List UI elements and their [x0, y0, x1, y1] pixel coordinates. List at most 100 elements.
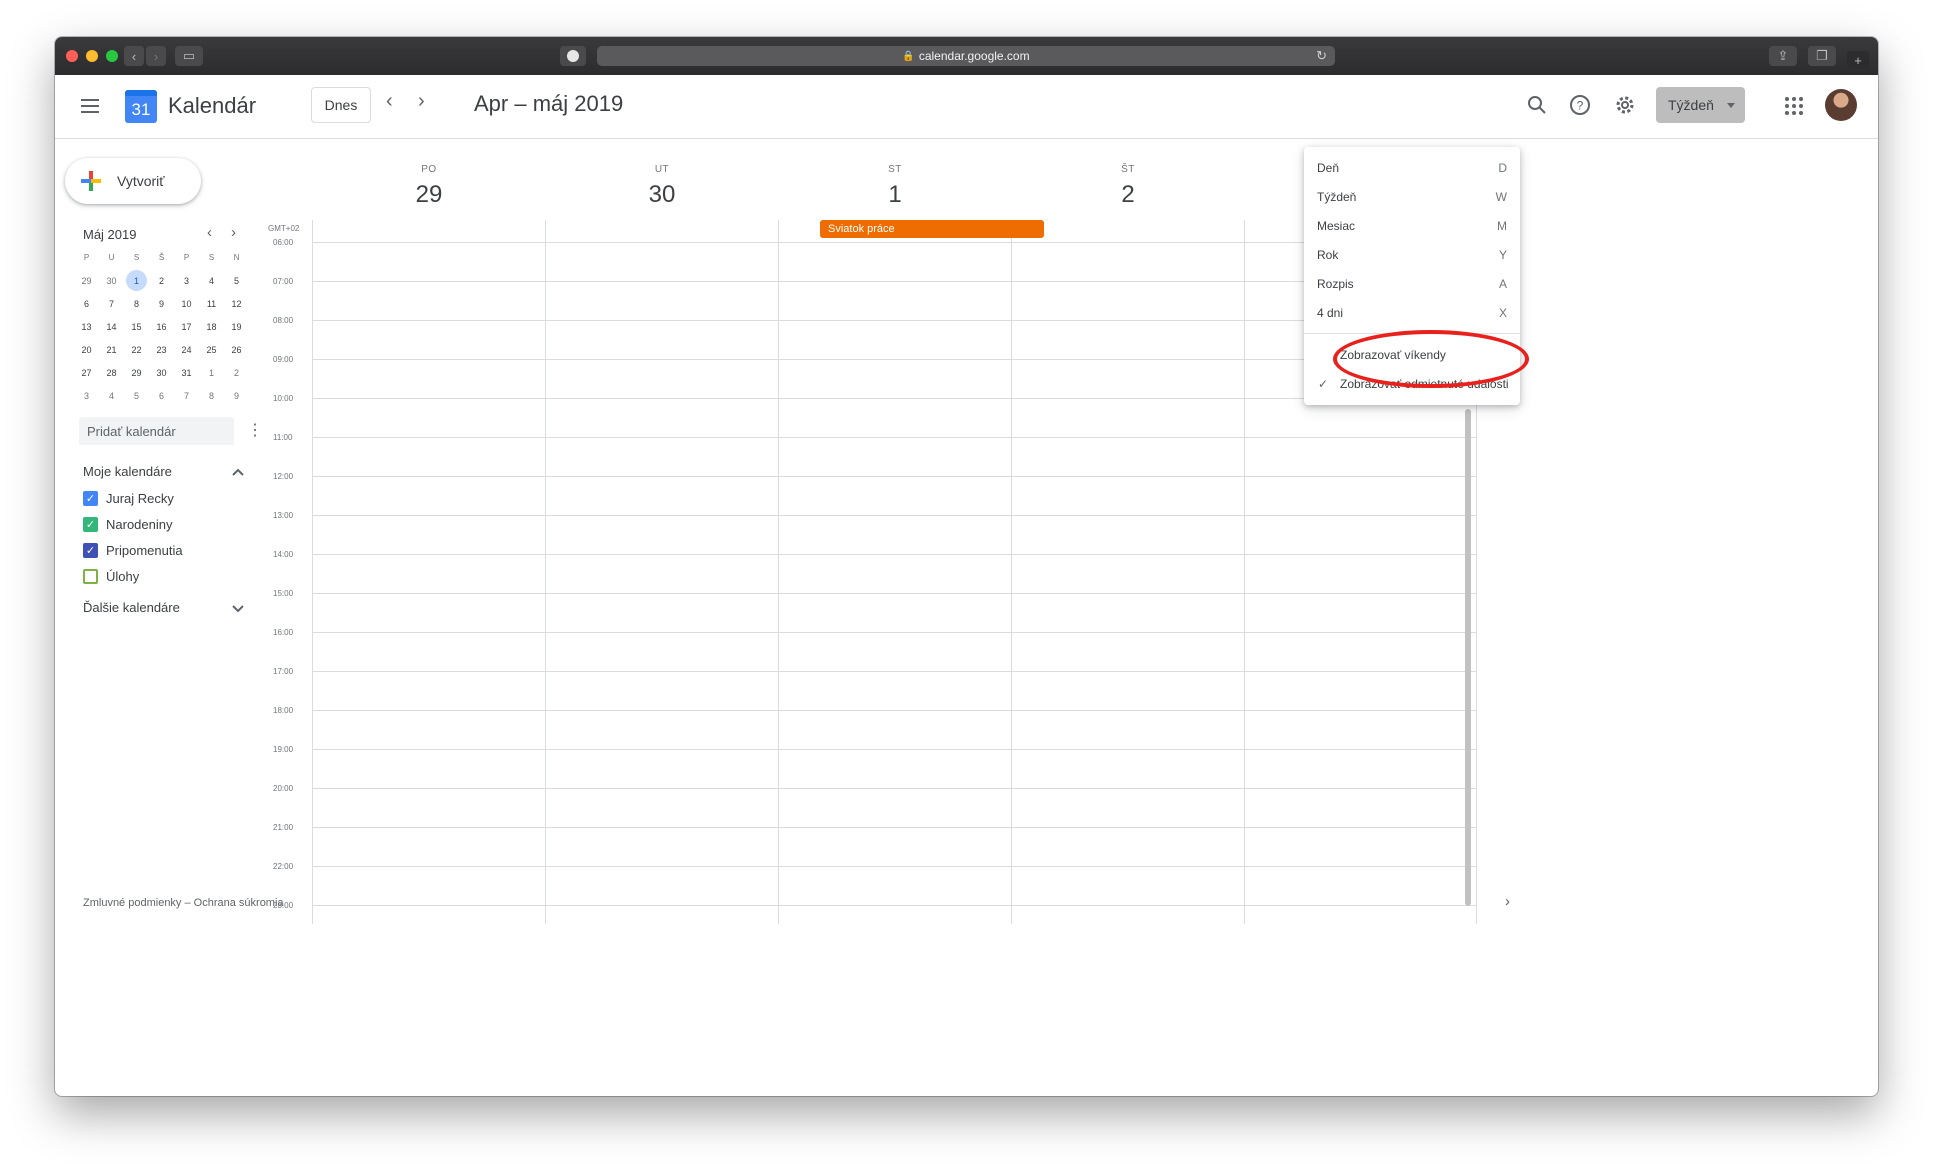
mini-day[interactable]: 19: [224, 317, 249, 337]
side-panel-expand-icon[interactable]: ›: [1505, 893, 1510, 910]
mini-day[interactable]: 28: [99, 363, 124, 383]
mini-day[interactable]: 18: [199, 317, 224, 337]
day-header[interactable]: PO 29: [369, 164, 489, 209]
reload-icon[interactable]: ↻: [1316, 48, 1327, 64]
mini-day[interactable]: 7: [99, 294, 124, 314]
calendar-checkbox[interactable]: ✓: [83, 542, 98, 558]
mini-day[interactable]: 17: [174, 317, 199, 337]
forward-button[interactable]: ›: [146, 46, 166, 66]
day-header[interactable]: ST 1: [835, 164, 955, 209]
day-header[interactable]: UT 30: [602, 164, 722, 209]
allday-event-sviatok-prace[interactable]: Sviatok práce: [820, 220, 1044, 238]
search-icon[interactable]: [1524, 92, 1550, 118]
mini-day[interactable]: 26: [224, 340, 249, 360]
mini-day[interactable]: 6: [149, 386, 174, 406]
zoom-window-button[interactable]: [106, 50, 118, 62]
calendar-checkbox[interactable]: [83, 568, 98, 584]
tabs-overview-button[interactable]: ❐: [1808, 46, 1836, 66]
mini-day[interactable]: 11: [199, 294, 224, 314]
view-option-3[interactable]: Mesiac M: [1304, 211, 1520, 240]
back-button[interactable]: ‹: [124, 46, 144, 66]
mini-day[interactable]: 21: [99, 340, 124, 360]
mini-day[interactable]: 7: [174, 386, 199, 406]
view-option-2[interactable]: Týždeň W: [1304, 182, 1520, 211]
mini-day[interactable]: 29: [124, 363, 149, 383]
chevron-down-icon[interactable]: [232, 601, 244, 616]
view-toggle-option[interactable]: Zobrazovať víkendy: [1304, 340, 1520, 369]
day-number[interactable]: 29: [369, 181, 489, 209]
mini-day[interactable]: 23: [149, 340, 174, 360]
mini-day[interactable]: 22: [124, 340, 149, 360]
mini-next-month-icon[interactable]: ›: [231, 224, 236, 241]
week-grid[interactable]: [312, 220, 1477, 924]
new-tab-button[interactable]: +: [1847, 51, 1869, 69]
mini-day[interactable]: 10: [174, 294, 199, 314]
address-bar[interactable]: 🔒 calendar.google.com ↻: [597, 46, 1335, 66]
calendar-item[interactable]: ✓ Pripomenutia: [83, 540, 183, 560]
mini-day[interactable]: 1: [199, 363, 224, 383]
mini-day[interactable]: 9: [224, 386, 249, 406]
create-event-button[interactable]: Vytvoriť: [65, 158, 201, 204]
day-number[interactable]: 30: [602, 181, 722, 209]
minimize-window-button[interactable]: [86, 50, 98, 62]
view-option-4[interactable]: Rok Y: [1304, 240, 1520, 269]
sidebar-toggle-button[interactable]: ▭: [175, 46, 203, 66]
day-header[interactable]: ŠT 2: [1068, 164, 1188, 209]
mini-day[interactable]: 25: [199, 340, 224, 360]
help-icon[interactable]: ?: [1567, 92, 1593, 118]
mini-day[interactable]: 5: [224, 271, 249, 291]
mini-day[interactable]: 3: [74, 386, 99, 406]
user-avatar[interactable]: [1825, 89, 1857, 121]
mini-day[interactable]: 2: [149, 271, 174, 291]
view-switcher-button[interactable]: Týždeň: [1656, 87, 1745, 123]
view-option-5[interactable]: Rozpis A: [1304, 269, 1520, 298]
apps-grid-icon[interactable]: [1785, 97, 1803, 115]
view-toggle-option[interactable]: ✓ Zobrazovať odmietnuté udalosti: [1304, 369, 1520, 398]
settings-gear-icon[interactable]: [1612, 92, 1638, 118]
mini-day[interactable]: 6: [74, 294, 99, 314]
mini-day[interactable]: 9: [149, 294, 174, 314]
mini-day[interactable]: 3: [174, 271, 199, 291]
mini-day[interactable]: 12: [224, 294, 249, 314]
chevron-up-icon[interactable]: [232, 464, 244, 479]
mini-day[interactable]: 30: [99, 271, 124, 291]
mini-day[interactable]: 15: [124, 317, 149, 337]
privacy-shield-icon[interactable]: [560, 46, 586, 66]
grid-scrollbar[interactable]: [1465, 409, 1471, 906]
calendar-item[interactable]: Úlohy: [83, 566, 139, 586]
mini-day[interactable]: 20: [74, 340, 99, 360]
more-options-icon[interactable]: ⋮: [247, 420, 263, 440]
mini-day[interactable]: 2: [224, 363, 249, 383]
mini-day[interactable]: 5: [124, 386, 149, 406]
calendar-checkbox[interactable]: ✓: [83, 490, 98, 506]
prev-period-icon[interactable]: ‹: [386, 90, 393, 113]
close-window-button[interactable]: [66, 50, 78, 62]
mini-day[interactable]: 13: [74, 317, 99, 337]
calendar-item[interactable]: ✓ Juraj Recky: [83, 488, 174, 508]
mini-day[interactable]: 16: [149, 317, 174, 337]
view-option-6[interactable]: 4 dni X: [1304, 298, 1520, 327]
add-calendar-input[interactable]: Pridať kalendár: [79, 417, 234, 445]
mini-day[interactable]: 1: [124, 269, 149, 291]
mini-day[interactable]: 4: [199, 271, 224, 291]
mini-day[interactable]: 27: [74, 363, 99, 383]
share-button[interactable]: ⇪: [1769, 46, 1797, 66]
mini-day[interactable]: 8: [199, 386, 224, 406]
footer-links[interactable]: Zmluvné podmienky – Ochrana súkromia: [83, 897, 284, 909]
mini-day[interactable]: 30: [149, 363, 174, 383]
mini-day[interactable]: 31: [174, 363, 199, 383]
mini-prev-month-icon[interactable]: ‹: [207, 224, 212, 241]
my-calendars-title[interactable]: Moje kalendáre: [83, 464, 172, 479]
other-calendars-title[interactable]: Ďalšie kalendáre: [83, 600, 180, 615]
view-option-1[interactable]: Deň D: [1304, 153, 1520, 182]
next-period-icon[interactable]: ›: [418, 90, 425, 113]
mini-day[interactable]: 14: [99, 317, 124, 337]
day-number[interactable]: 2: [1068, 181, 1188, 209]
calendar-item[interactable]: ✓ Narodeniny: [83, 514, 173, 534]
mini-day[interactable]: 24: [174, 340, 199, 360]
mini-day[interactable]: 8: [124, 294, 149, 314]
day-number[interactable]: 1: [835, 181, 955, 209]
mini-day[interactable]: 29: [74, 271, 99, 291]
mini-day[interactable]: 4: [99, 386, 124, 406]
main-menu-icon[interactable]: [81, 99, 99, 113]
